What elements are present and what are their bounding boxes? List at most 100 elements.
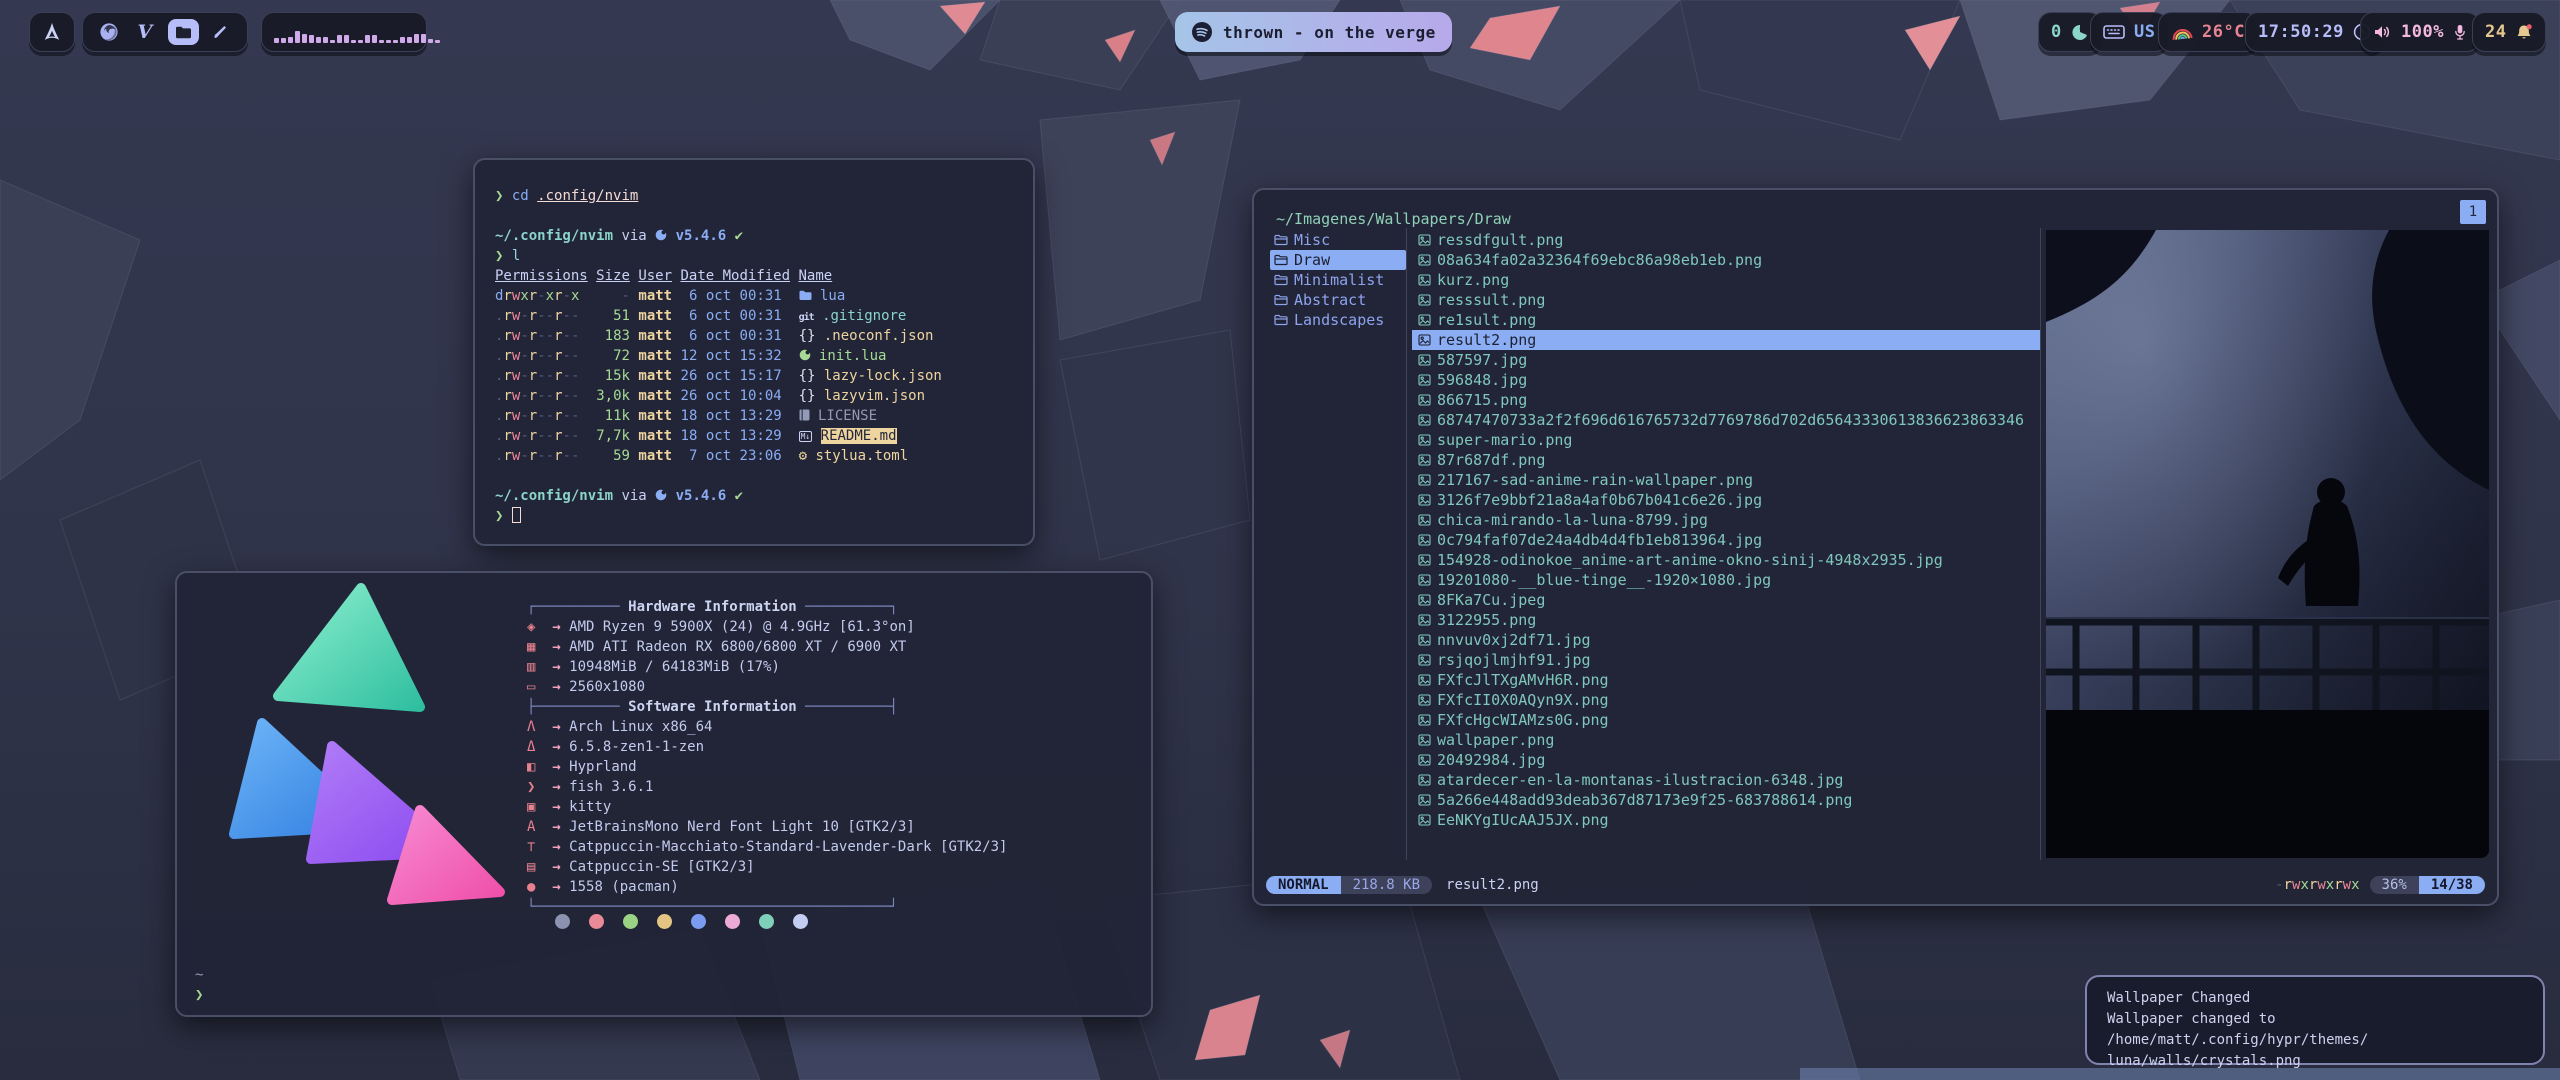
file-list: ressdfgult.png08a634fa02a32364f69ebc86a9… (1412, 230, 2040, 830)
keyboard-layout-widget[interactable]: US (2090, 12, 2168, 52)
file-item[interactable]: atardecer-en-la-montanas-ilustracion-634… (1412, 770, 2040, 790)
file-item[interactable]: 68747470733a2f2f696d616765732d7769786d70… (1412, 410, 2040, 430)
ls-row: .rw-r--r-- 7,7k matt 18 oct 13:29 M↓ REA… (495, 426, 1021, 446)
palette-dot (589, 914, 604, 929)
file-item[interactable]: EeNKYgIUcAAJ5JX.png (1412, 810, 2040, 830)
file-item[interactable]: kurz.png (1412, 270, 2040, 290)
sidebar-folder[interactable]: Misc (1270, 230, 1406, 250)
pane-divider (2040, 228, 2041, 860)
file-item[interactable]: resssult.png (1412, 290, 2040, 310)
workspace-files-active[interactable] (168, 19, 199, 45)
now-playing-label: thrown - on the verge (1223, 23, 1436, 42)
image-file-icon (1418, 534, 1431, 546)
json-icon: {} (799, 328, 816, 344)
sidebar-folder[interactable]: Abstract (1270, 290, 1406, 310)
keyboard-icon (2103, 24, 2125, 40)
file-item[interactable]: super-mario.png (1412, 430, 2040, 450)
image-file-icon (1418, 474, 1431, 486)
folder-open-icon (1274, 234, 1288, 246)
file-permissions: -rwxrwxrwx (2275, 877, 2359, 893)
folder-icon (799, 290, 812, 301)
file-item[interactable]: 5a266e448add93deab367d87173e9f25-6837886… (1412, 790, 2040, 810)
file-manager-window[interactable]: ~/Imagenes/Wallpapers/Draw 1 MiscDrawMin… (1252, 188, 2499, 906)
file-item[interactable]: 20492984.jpg (1412, 750, 2040, 770)
file-item[interactable]: 0c794faf07de24a4db4d4fb1eb813964.jpg (1412, 530, 2040, 550)
ls-row: drwxr-xr-x - matt 6 oct 00:31 lua (495, 286, 1021, 306)
workspace-vim[interactable]: V (131, 18, 158, 46)
file-item[interactable]: nnvuv0xj2df71.jpg (1412, 630, 2040, 650)
json-icon: {} (799, 388, 816, 404)
image-file-icon (1418, 314, 1431, 326)
system-info: ┌────────── Hardware Information ───────… (527, 597, 1007, 917)
file-item[interactable]: 596848.jpg (1412, 370, 2040, 390)
image-file-icon (1418, 454, 1431, 466)
file-item[interactable]: 19201080-__blue-tinge__-1920×1080.jpg (1412, 570, 2040, 590)
git-icon: git (799, 312, 814, 323)
file-size: 218.8 KB (1341, 876, 1432, 894)
image-file-icon (1418, 734, 1431, 746)
file-item[interactable]: FXfcHgcWIAMzs0G.png (1412, 710, 2040, 730)
ls-row: .rw-r--r-- 3,0k matt 26 oct 10:04 {} laz… (495, 386, 1021, 406)
status-bar: NORMAL 218.8 KB result2.png -rwxrwxrwx 3… (1266, 874, 2485, 896)
image-file-icon (1418, 714, 1431, 726)
lua-icon (655, 489, 667, 501)
rainbow-icon (2170, 23, 2193, 40)
shell-icon: ❯ (527, 779, 535, 795)
file-item[interactable]: rsjqojlmjhf91.jpg (1412, 650, 2040, 670)
fetch-window[interactable]: ┌────────── Hardware Information ───────… (175, 571, 1153, 1017)
terminal-icon: ▣ (527, 799, 535, 815)
file-item[interactable]: 217167-sad-anime-rain-wallpaper.png (1412, 470, 2040, 490)
file-item[interactable]: 8FKa7Cu.jpeg (1412, 590, 2040, 610)
file-item[interactable]: re1sult.png (1412, 310, 2040, 330)
media-player-widget[interactable]: thrown - on the verge (1175, 12, 1452, 52)
launcher-button[interactable] (29, 12, 75, 52)
sidebar-folders: MiscDrawMinimalistAbstractLandscapes (1270, 230, 1406, 330)
terminal-window[interactable]: ❯ cd .config/nvim~/.config/nvim via v5.4… (473, 158, 1035, 546)
image-file-icon (1418, 674, 1431, 686)
file-item[interactable]: 87r687df.png (1412, 450, 2040, 470)
font-icon: A (527, 819, 535, 835)
sidebar-folder[interactable]: Minimalist (1270, 270, 1406, 290)
file-item[interactable]: 3126f7e9bbf21a8a4af0b67b041c6e26.jpg (1412, 490, 2040, 510)
packages-icon: ● (527, 879, 535, 895)
terminal-cursor (512, 507, 521, 523)
terminal-color-palette (555, 914, 808, 929)
workspaces: V (82, 12, 248, 52)
pacman-icon (2071, 23, 2089, 41)
tab-badge[interactable]: 1 (2460, 200, 2486, 224)
workspace-paint[interactable] (208, 18, 235, 46)
file-item[interactable]: FXfcII0X0AQyn9X.png (1412, 690, 2040, 710)
file-item[interactable]: chica-mirando-la-luna-8799.jpg (1412, 510, 2040, 530)
icon-theme-icon: ▤ (527, 859, 535, 875)
sidebar-folder[interactable]: Draw (1270, 250, 1406, 270)
workspace-firefox[interactable] (95, 18, 122, 46)
image-file-icon (1418, 374, 1431, 386)
sidebar-folder[interactable]: Landscapes (1270, 310, 1406, 330)
temperature-value: 26°C (2202, 22, 2245, 42)
ls-row: .rw-r--r-- 59 matt 7 oct 23:06 ⚙ stylua.… (495, 446, 1021, 466)
file-item[interactable]: 3122955.png (1412, 610, 2040, 630)
image-file-icon (1418, 514, 1431, 526)
file-item[interactable]: 08a634fa02a32364f69ebc86a98eb1eb.png (1412, 250, 2040, 270)
weather-widget[interactable]: 26°C (2158, 12, 2258, 52)
file-item[interactable]: FXfcJlTXgAMvH6R.png (1412, 670, 2040, 690)
image-file-icon (1418, 494, 1431, 506)
file-item[interactable]: 587597.jpg (1412, 350, 2040, 370)
image-file-icon (1418, 634, 1431, 646)
file-item[interactable]: 154928-odinokoe_anime-art-anime-okno-sin… (1412, 550, 2040, 570)
markdown-icon: M↓ (799, 431, 813, 442)
notifications-count: 24 (2485, 22, 2506, 42)
ls-row: .rw-r--r-- 15k matt 26 oct 15:17 {} lazy… (495, 366, 1021, 386)
audio-visualizer[interactable] (261, 12, 427, 52)
image-file-icon (1418, 694, 1431, 706)
file-item[interactable]: wallpaper.png (1412, 730, 2040, 750)
ls-row: .rw-r--r-- 51 matt 6 oct 00:31 git .giti… (495, 306, 1021, 326)
microphone-icon (2453, 23, 2467, 41)
notifications-widget[interactable]: 24 (2472, 12, 2546, 52)
volume-widget[interactable]: 100% (2360, 12, 2480, 52)
file-item[interactable]: ressdfgult.png (1412, 230, 2040, 250)
kernel-icon: Δ (527, 739, 535, 755)
file-item[interactable]: result2.png (1412, 330, 2040, 350)
notification-toast[interactable]: Wallpaper Changed Wallpaper changed to /… (2085, 975, 2545, 1065)
file-item[interactable]: 866715.png (1412, 390, 2040, 410)
